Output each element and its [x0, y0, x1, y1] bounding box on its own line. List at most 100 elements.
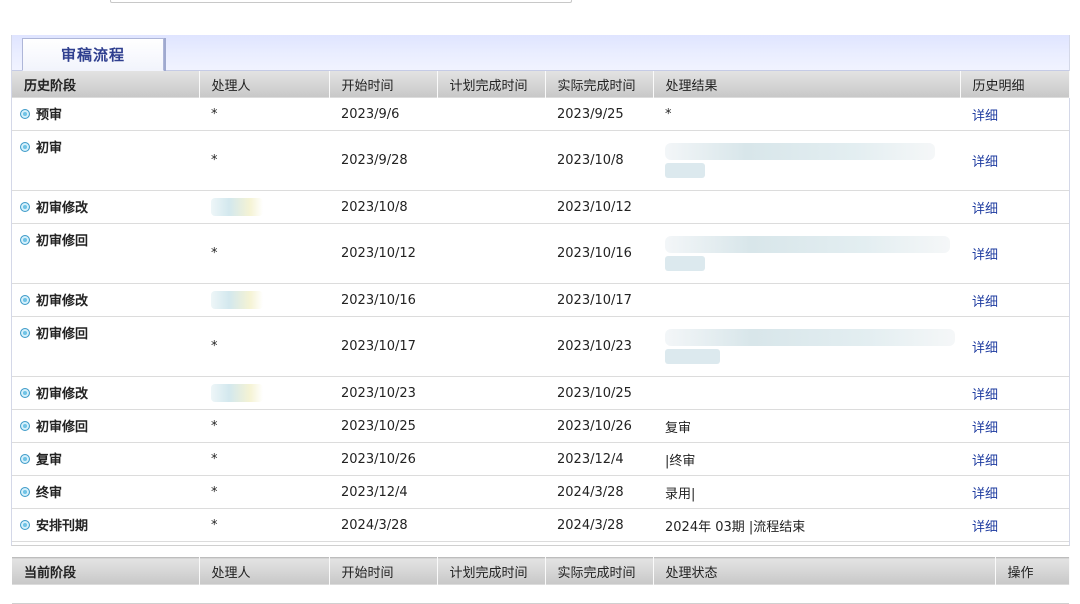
actual-cell: 2023/10/12: [545, 190, 653, 224]
start-cell: 2023/9/28: [329, 130, 437, 191]
redacted-text: [211, 384, 263, 402]
table-row: 复审 * 2023/10/26 2023/12/4 |终审 详细: [12, 442, 1069, 476]
start-cell: 2023/10/16: [329, 283, 437, 317]
result-cell: [653, 316, 960, 377]
current-status-header: 处理状态: [653, 557, 996, 585]
actual-cell: 2023/10/25: [545, 376, 653, 410]
planned-cell: [437, 409, 545, 443]
bullet-icon: [20, 421, 30, 431]
detail-link[interactable]: 详细: [972, 487, 998, 502]
handler-header: 处理人: [199, 71, 330, 98]
handler-cell: [199, 283, 329, 317]
start-cell: 2023/9/6: [329, 97, 437, 131]
empty-row: [12, 584, 1069, 604]
current-planned-time-header: 计划完成时间: [437, 557, 546, 585]
stage-label: 安排刊期: [36, 519, 89, 534]
stage-label: 初审修回: [36, 327, 89, 342]
result-cell: [653, 130, 960, 191]
actual-cell: 2023/10/17: [545, 283, 653, 317]
result-cell: [653, 376, 960, 410]
planned-cell: [437, 475, 545, 509]
result-cell: |终审: [653, 442, 960, 476]
detail-link[interactable]: 详细: [972, 421, 998, 436]
result-cell: [653, 190, 960, 224]
table-row: 初审修回 * 2023/10/25 2023/10/26 复审 详细: [12, 409, 1069, 443]
redacted-text: [211, 198, 263, 216]
planned-cell: [437, 223, 545, 284]
current-stage-header: 当前阶段: [12, 557, 200, 585]
redacted-text: [665, 329, 955, 346]
handler-cell: *: [199, 97, 329, 131]
result-cell: 录用|: [653, 475, 960, 509]
planned-cell: [437, 283, 545, 317]
top-input-field[interactable]: [110, 0, 572, 3]
actual-cell: 2023/10/23: [545, 316, 653, 377]
current-actual-time-header: 实际完成时间: [545, 557, 654, 585]
detail-header: 历史明细: [960, 71, 1070, 98]
start-cell: 2023/10/23: [329, 376, 437, 410]
handler-cell: *: [199, 409, 329, 443]
result-cell: *: [653, 97, 960, 131]
history-table: 历史阶段 处理人 开始时间 计划完成时间 实际完成时间 处理结果 历史明细 预审…: [12, 71, 1070, 557]
stage-label: 初审: [36, 141, 63, 156]
result-cell: 复审: [653, 409, 960, 443]
detail-link[interactable]: 详细: [972, 520, 998, 535]
table-row: 初审 * 2023/9/28 2023/10/8 详细: [12, 130, 1069, 191]
tab-review-process[interactable]: 审稿流程: [22, 38, 164, 71]
bullet-icon: [20, 109, 30, 119]
start-cell: 2023/10/12: [329, 223, 437, 284]
bullet-icon: [20, 142, 30, 152]
handler-cell: *: [199, 130, 329, 191]
table-row: 安排刊期 * 2024/3/28 2024/3/28 2024年 03期 |流程…: [12, 508, 1069, 542]
history-stage-header: 历史阶段: [12, 71, 200, 98]
result-header: 处理结果: [653, 71, 961, 98]
detail-link[interactable]: 详细: [972, 454, 998, 469]
result-cell: [653, 283, 960, 317]
actual-cell: 2023/10/16: [545, 223, 653, 284]
stage-label: 初审修回: [36, 234, 89, 249]
table-row: 初审修改 2023/10/8 2023/10/12 详细: [12, 190, 1069, 224]
result-cell: [653, 223, 960, 284]
planned-cell: [437, 442, 545, 476]
stage-label: 初审修回: [36, 420, 89, 435]
detail-link[interactable]: 详细: [972, 295, 998, 310]
actual-cell: 2023/12/4: [545, 442, 653, 476]
planned-cell: [437, 508, 545, 542]
actual-cell: 2024/3/28: [545, 475, 653, 509]
bullet-icon: [20, 202, 30, 212]
tab-bar: 审稿流程: [12, 35, 1069, 71]
detail-link[interactable]: 详细: [972, 388, 998, 403]
redacted-text: [211, 291, 263, 309]
detail-link[interactable]: 详细: [972, 155, 998, 170]
stage-label: 预审: [36, 108, 63, 123]
table-row: 终审 * 2023/12/4 2024/3/28 录用| 详细: [12, 475, 1069, 509]
stage-label: 初审修改: [36, 387, 89, 402]
detail-link[interactable]: 详细: [972, 341, 998, 356]
planned-cell: [437, 376, 545, 410]
table-row: 初审修改 2023/10/23 2023/10/25 详细: [12, 376, 1069, 410]
table-row: 初审修回 * 2023/10/17 2023/10/23 详细: [12, 316, 1069, 377]
handler-cell: *: [199, 508, 329, 542]
detail-link[interactable]: 详细: [972, 109, 998, 124]
handler-cell: *: [199, 223, 329, 284]
bullet-icon: [20, 388, 30, 398]
actual-time-header: 实际完成时间: [545, 71, 654, 98]
start-time-header: 开始时间: [329, 71, 438, 98]
start-cell: 2023/12/4: [329, 475, 437, 509]
detail-link[interactable]: 详细: [972, 202, 998, 217]
handler-cell: *: [199, 475, 329, 509]
handler-cell: [199, 190, 329, 224]
bullet-icon: [20, 328, 30, 338]
planned-cell: [437, 316, 545, 377]
redacted-text: [665, 236, 950, 253]
bullet-icon: [20, 487, 30, 497]
detail-link[interactable]: 详细: [972, 248, 998, 263]
current-start-time-header: 开始时间: [329, 557, 438, 585]
handler-cell: *: [199, 316, 329, 377]
table-row: 初审修改 2023/10/16 2023/10/17 详细: [12, 283, 1069, 317]
actual-cell: 2023/10/8: [545, 130, 653, 191]
planned-cell: [437, 190, 545, 224]
stage-label: 终审: [36, 486, 63, 501]
start-cell: 2023/10/26: [329, 442, 437, 476]
handler-cell: [199, 376, 329, 410]
